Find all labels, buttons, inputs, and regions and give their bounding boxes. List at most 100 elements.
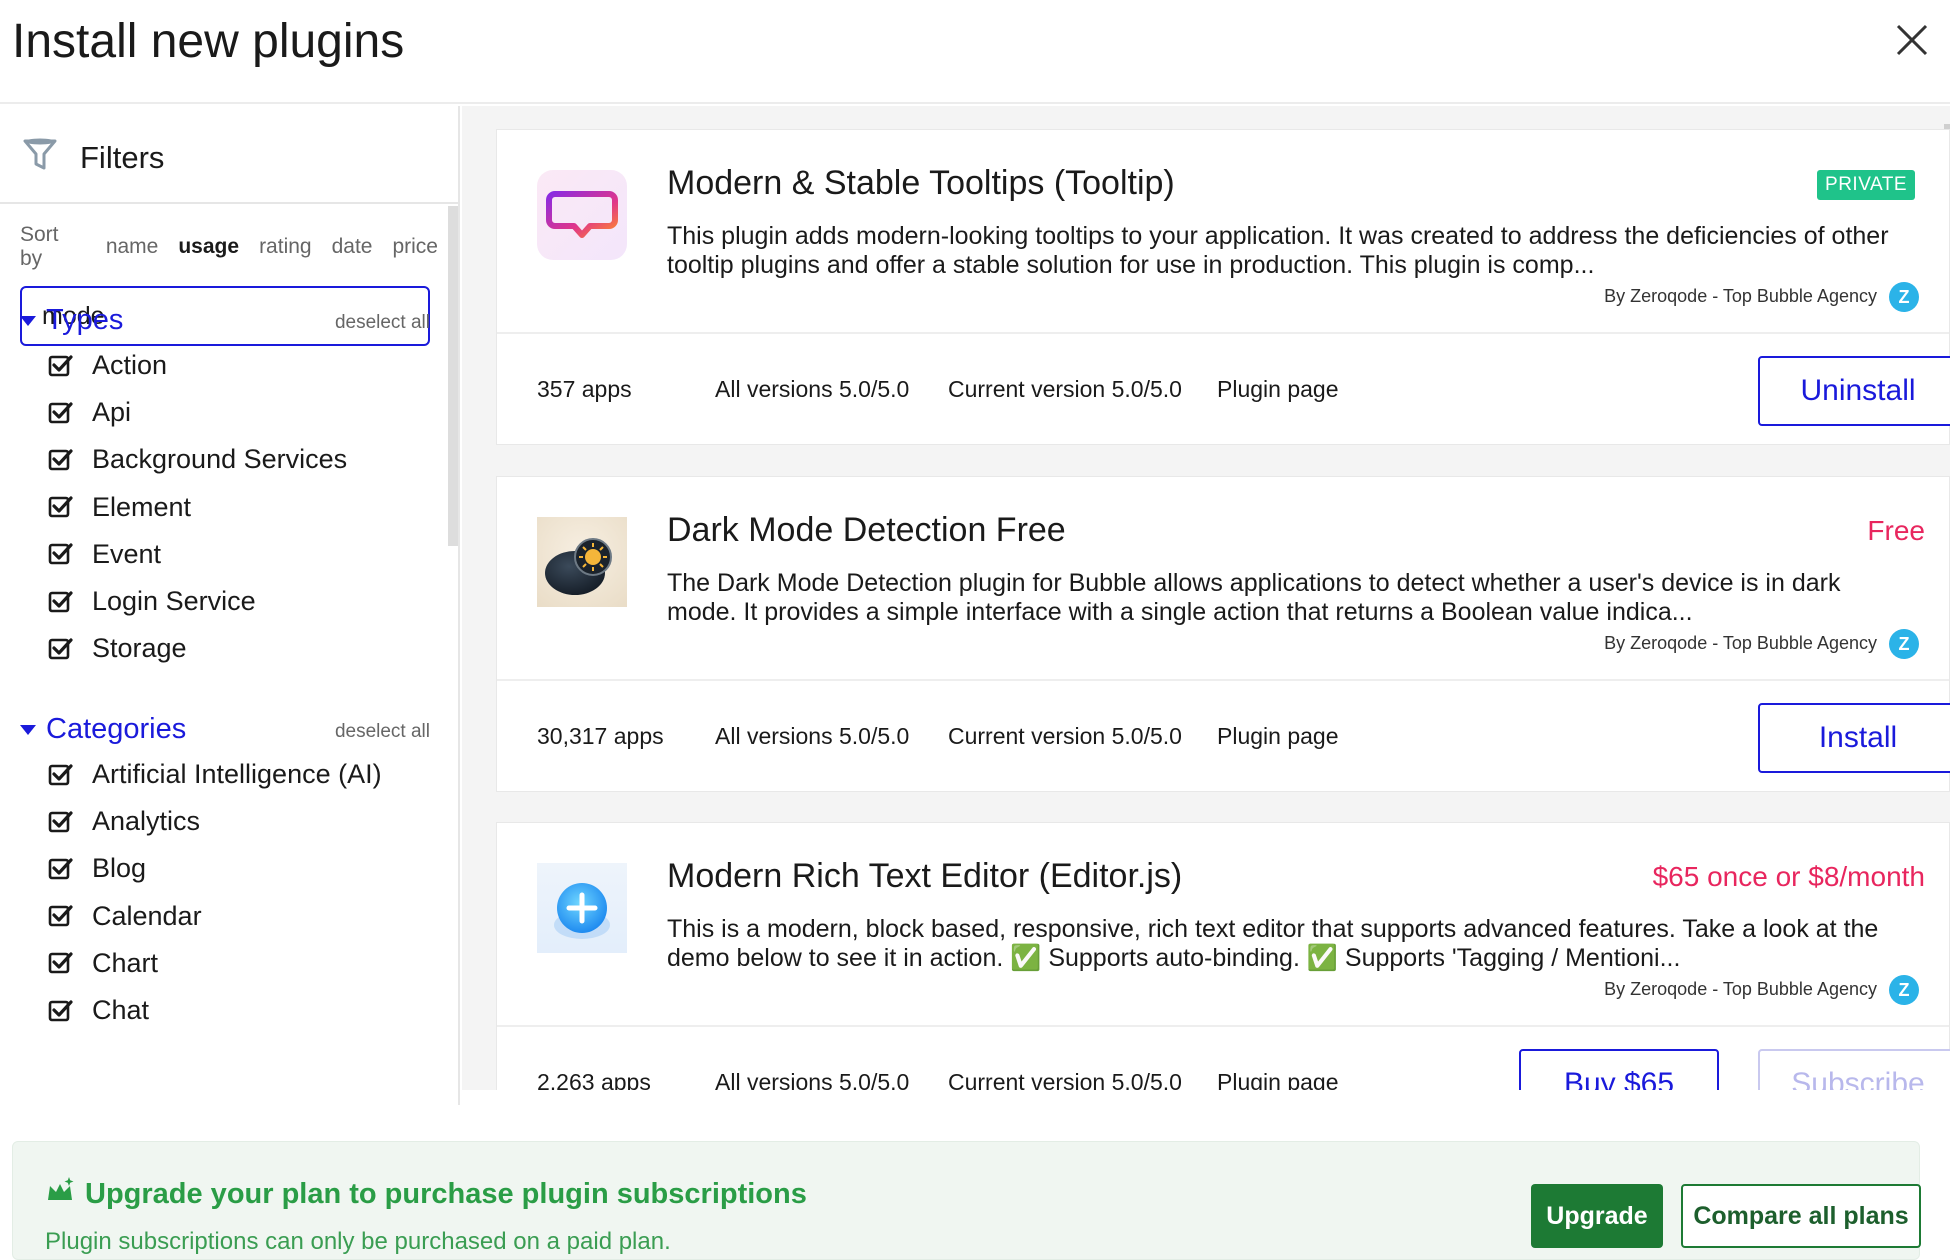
filter-label: Element (92, 491, 192, 522)
plugin-description: The Dark Mode Detection plugin for Bubbl… (667, 569, 1841, 626)
category-filter-blog[interactable]: Blog (48, 845, 428, 892)
type-filter-event[interactable]: Event (48, 531, 428, 578)
categories-section-header: Categories deselect all (20, 713, 430, 749)
category-filter-chat[interactable]: Chat (48, 987, 428, 1034)
filter-label: Action (92, 350, 168, 381)
current-version-rating: Current version 5.0/5.0 (948, 376, 1182, 402)
checked-checkbox-icon[interactable] (48, 447, 74, 473)
types-section-title[interactable]: Types (46, 304, 123, 337)
apps-count: 30,317 apps (537, 723, 664, 749)
categories-checklist: Artificial Intelligence (AI) Analytics Blo… (48, 751, 428, 1034)
sort-option-rating[interactable]: rating (259, 235, 312, 259)
plugin-card-summary: Modern Rich Text Editor (Editor.js) $65 … (497, 823, 1949, 1027)
filter-label: Artificial Intelligence (AI) (92, 759, 382, 790)
types-deselect-all-link[interactable]: deselect all (335, 312, 430, 334)
checked-checkbox-icon[interactable] (48, 589, 74, 615)
sort-bar: Sort by name usage rating date price (20, 223, 458, 270)
install-button[interactable]: Install (1758, 703, 1950, 773)
checked-checkbox-icon[interactable] (48, 856, 74, 882)
upgrade-title: Upgrade your plan to purchase plugin sub… (85, 1178, 807, 1210)
compare-plans-button[interactable]: Compare all plans (1681, 1184, 1921, 1248)
filter-label: Background Services (92, 444, 348, 475)
plugin-name[interactable]: Modern & Stable Tooltips (Tooltip) (667, 164, 1175, 203)
plugin-name[interactable]: Modern Rich Text Editor (Editor.js) (667, 857, 1182, 896)
filter-label: Blog (92, 853, 147, 884)
plugin-author[interactable]: By Zeroqode - Top Bubble Agency (1604, 286, 1877, 307)
category-filter-chart[interactable]: Chart (48, 940, 428, 987)
plugin-author[interactable]: By Zeroqode - Top Bubble Agency (1604, 979, 1877, 1000)
checked-checkbox-icon[interactable] (48, 636, 74, 662)
collapse-triangle-icon[interactable] (20, 316, 36, 326)
category-filter-calendar[interactable]: Calendar (48, 893, 428, 940)
collapse-triangle-icon[interactable] (20, 725, 36, 735)
plugin-page-link[interactable]: Plugin page (1217, 1069, 1339, 1090)
filters-header: Filters (0, 106, 458, 204)
plugin-description: This plugin adds modern-looking tooltips… (667, 222, 1889, 279)
types-section-header: Types deselect all (20, 304, 430, 340)
close-icon[interactable] (1890, 18, 1934, 62)
zeroqode-logo-icon: Z (1889, 975, 1919, 1005)
filter-label: Api (92, 397, 132, 428)
uninstall-button[interactable]: Uninstall (1758, 356, 1950, 426)
checked-checkbox-icon[interactable] (48, 400, 74, 426)
plugin-card-summary: Modern & Stable Tooltips (Tooltip) PRIVA… (497, 130, 1949, 334)
type-filter-background-services[interactable]: Background Services (48, 436, 428, 483)
filter-label: Calendar (92, 900, 202, 931)
categories-section-title[interactable]: Categories (46, 713, 186, 746)
checked-checkbox-icon[interactable] (48, 353, 74, 379)
plugin-author[interactable]: By Zeroqode - Top Bubble Agency (1604, 633, 1877, 654)
type-filter-action[interactable]: Action (48, 342, 428, 389)
tooltip-plugin-icon (537, 170, 627, 260)
sort-option-usage[interactable]: usage (178, 235, 239, 259)
category-filter-artificial-intelligence-ai[interactable]: Artificial Intelligence (AI) (48, 751, 428, 798)
plugin-price: $65 once or $8/month (1652, 861, 1925, 892)
private-badge: PRIVATE (1817, 170, 1915, 200)
filter-label: Chat (92, 995, 150, 1026)
filter-label: Login Service (92, 586, 256, 617)
checked-checkbox-icon[interactable] (48, 998, 74, 1024)
current-version-rating: Current version 5.0/5.0 (948, 723, 1182, 749)
plugin-card-meta: 357 apps All versions 5.0/5.0 Current ve… (497, 336, 1950, 444)
plugin-card: Modern & Stable Tooltips (Tooltip) PRIVA… (496, 129, 1950, 445)
sort-option-price[interactable]: price (392, 235, 438, 259)
type-filter-element[interactable]: Element (48, 484, 428, 531)
crown-sparkle-icon (48, 1177, 74, 1200)
checked-checkbox-icon[interactable] (48, 762, 74, 788)
apps-count: 357 apps (537, 376, 632, 402)
checked-checkbox-icon[interactable] (48, 494, 74, 520)
filter-funnel-icon (23, 138, 57, 170)
categories-deselect-all-link[interactable]: deselect all (335, 721, 430, 743)
plugin-card-meta: 30,317 apps All versions 5.0/5.0 Current… (497, 683, 1950, 791)
apps-count: 2,263 apps (537, 1069, 651, 1090)
zeroqode-logo-icon: Z (1889, 629, 1919, 659)
plugin-name[interactable]: Dark Mode Detection Free (667, 511, 1066, 550)
plugin-page-link[interactable]: Plugin page (1217, 723, 1339, 750)
checked-checkbox-icon[interactable] (48, 541, 74, 567)
plugin-page-link[interactable]: Plugin page (1217, 376, 1339, 403)
plugin-description: This is a modern, block based, responsiv… (667, 915, 1879, 972)
zeroqode-logo-icon: Z (1889, 282, 1919, 312)
sort-option-name[interactable]: name (106, 235, 159, 259)
filters-sidebar: Filters Sort by name usage rating date p… (0, 106, 460, 1105)
type-filter-api[interactable]: Api (48, 389, 428, 436)
plugin-card-meta: 2,263 apps All versions 5.0/5.0 Current … (497, 1029, 1950, 1090)
all-versions-rating: All versions 5.0/5.0 (715, 1069, 910, 1090)
modal-title: Install new plugins (12, 15, 405, 68)
checked-checkbox-icon[interactable] (48, 809, 74, 835)
filter-label: Chart (92, 947, 159, 978)
sort-option-date[interactable]: date (332, 235, 373, 259)
plugin-card: Modern Rich Text Editor (Editor.js) $65 … (496, 822, 1950, 1090)
plugin-results-list: Modern & Stable Tooltips (Tooltip) PRIVA… (462, 106, 1950, 1090)
checked-checkbox-icon[interactable] (48, 950, 74, 976)
category-filter-analytics[interactable]: Analytics (48, 798, 428, 845)
plugin-card: Dark Mode Detection Free Free The Dark M… (496, 476, 1950, 792)
type-filter-storage[interactable]: Storage (48, 625, 428, 672)
all-versions-rating: All versions 5.0/5.0 (715, 376, 910, 402)
type-filter-login-service[interactable]: Login Service (48, 578, 428, 625)
subscribe-button[interactable]: Subscribe (1758, 1049, 1950, 1090)
checked-checkbox-icon[interactable] (48, 903, 74, 929)
types-checklist: Action Api Background Services Element Event… (48, 342, 428, 672)
buy-button[interactable]: Buy $65 (1519, 1049, 1719, 1090)
upgrade-button[interactable]: Upgrade (1531, 1184, 1663, 1248)
editor-plus-plugin-icon (537, 863, 627, 953)
